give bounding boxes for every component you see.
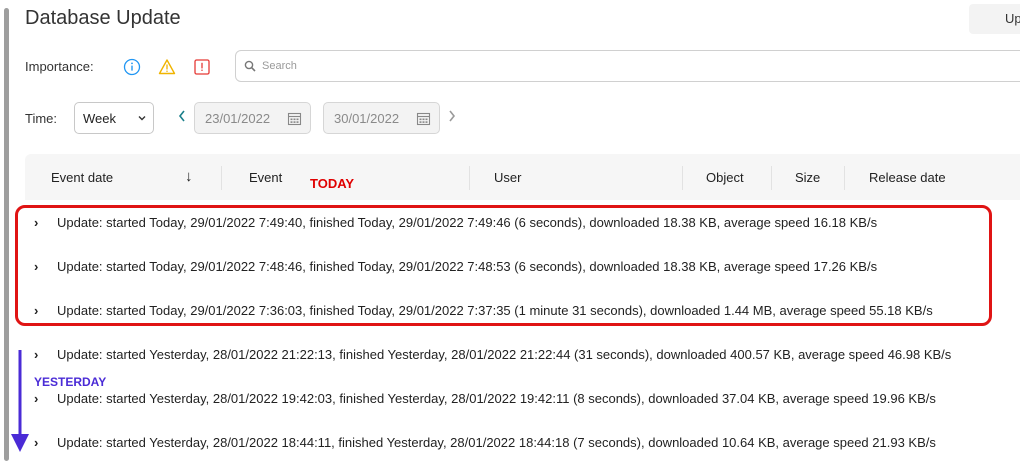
column-divider[interactable] <box>221 166 222 190</box>
expand-chevron-icon[interactable]: › <box>34 215 48 230</box>
column-divider[interactable] <box>771 166 772 190</box>
chevron-left-icon <box>178 110 185 122</box>
list-item[interactable]: › Update: started Today, 29/01/2022 7:36… <box>34 300 933 320</box>
search-input[interactable] <box>260 59 964 73</box>
event-text: Update: started Today, 29/01/2022 7:36:0… <box>57 302 933 318</box>
expand-chevron-icon[interactable]: › <box>34 347 48 362</box>
event-text: Update: started Yesterday, 28/01/2022 18… <box>57 434 936 450</box>
sort-descending-icon[interactable]: ↓ <box>185 168 193 185</box>
importance-warning-button[interactable] <box>150 52 183 82</box>
event-text: Update: started Today, 29/01/2022 7:49:4… <box>57 214 878 230</box>
column-header-release-date[interactable]: Release date <box>869 170 946 185</box>
calendar-icon <box>416 112 431 125</box>
expand-chevron-icon[interactable]: › <box>34 259 48 274</box>
date-to-value: 30/01/2022 <box>334 110 400 126</box>
list-item[interactable]: › Update: started Yesterday, 28/01/2022 … <box>34 388 936 408</box>
date-to-field[interactable]: 30/01/2022 <box>323 102 440 134</box>
table-header: Event date ↓ Event User Object Size Rele… <box>25 154 1020 200</box>
time-label: Time: <box>25 111 58 126</box>
expand-chevron-icon[interactable]: › <box>34 391 48 406</box>
period-select-value: Week <box>83 110 116 126</box>
importance-info-button[interactable] <box>115 52 148 82</box>
date-from-field[interactable]: 23/01/2022 <box>194 102 311 134</box>
event-text: Update: started Yesterday, 28/01/2022 19… <box>57 390 936 406</box>
column-divider[interactable] <box>469 166 470 190</box>
importance-error-button[interactable] <box>185 52 218 82</box>
search-icon <box>244 60 256 72</box>
chevron-right-icon <box>449 110 456 122</box>
event-text: Update: started Yesterday, 28/01/2022 21… <box>57 346 952 362</box>
column-header-event[interactable]: Event <box>249 170 282 185</box>
column-header-size[interactable]: Size <box>795 170 820 185</box>
date-from-value: 23/01/2022 <box>205 110 271 126</box>
column-header-user[interactable]: User <box>494 170 521 185</box>
list-item[interactable]: › Update: started Yesterday, 28/01/2022 … <box>34 344 951 364</box>
list-item[interactable]: › Update: started Today, 29/01/2022 7:49… <box>34 212 877 232</box>
column-divider[interactable] <box>844 166 845 190</box>
expand-chevron-icon[interactable]: › <box>34 303 48 318</box>
column-header-object[interactable]: Object <box>706 170 744 185</box>
next-period-button[interactable] <box>447 109 457 126</box>
warning-icon <box>158 59 175 75</box>
list-item[interactable]: › Update: started Today, 29/01/2022 7:48… <box>34 256 877 276</box>
event-text: Update: started Today, 29/01/2022 7:48:4… <box>57 258 878 274</box>
error-icon <box>193 59 210 75</box>
expand-chevron-icon[interactable]: › <box>34 435 48 450</box>
today-annotation: TODAY <box>310 176 355 191</box>
arrow-down-icon <box>11 350 29 452</box>
chevron-down-icon <box>138 116 146 121</box>
calendar-icon <box>287 112 302 125</box>
search-field[interactable] <box>235 50 1020 82</box>
column-header-event-date[interactable]: Event date <box>51 170 113 185</box>
update-button[interactable]: Up <box>969 4 1020 34</box>
previous-period-button[interactable] <box>177 109 187 126</box>
list-item[interactable]: › Update: started Yesterday, 28/01/2022 … <box>34 432 936 452</box>
column-divider[interactable] <box>682 166 683 190</box>
page-title: Database Update <box>25 7 181 29</box>
info-icon <box>123 58 140 76</box>
importance-label: Importance: <box>25 59 94 74</box>
period-select[interactable]: Week <box>74 102 154 134</box>
yesterday-annotation: YESTERDAY <box>34 375 107 389</box>
